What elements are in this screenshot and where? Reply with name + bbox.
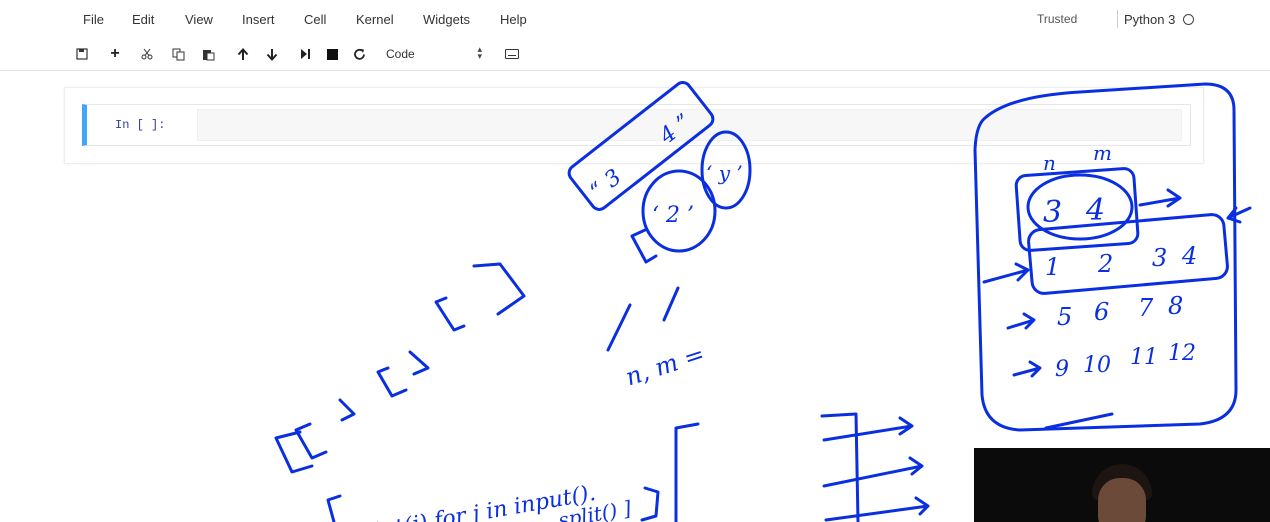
comprehension-line-2: split() ] bbox=[556, 496, 633, 522]
menu-edit[interactable]: Edit bbox=[132, 12, 154, 27]
row-one-right-arrow bbox=[1226, 206, 1252, 224]
row-2-c4: 8 bbox=[1168, 292, 1183, 320]
menu-view[interactable]: View bbox=[185, 12, 213, 27]
cell-type-value: Code bbox=[386, 46, 415, 61]
toolbar: + Code ▴ ▾ bbox=[0, 38, 1270, 71]
first-line-arrow bbox=[1138, 188, 1182, 208]
split-list-bracket bbox=[630, 228, 658, 264]
matrix-first-circle bbox=[1026, 173, 1134, 241]
save-icon[interactable] bbox=[70, 43, 94, 65]
move-down-icon[interactable] bbox=[260, 43, 284, 65]
assign-text: n, m = bbox=[622, 340, 708, 392]
row-two-arrow bbox=[1006, 312, 1036, 330]
move-up-icon[interactable] bbox=[231, 43, 255, 65]
stop-icon[interactable] bbox=[320, 43, 344, 65]
row-3-c1: 9 bbox=[1055, 357, 1069, 382]
select-caret-icon: ▴ ▾ bbox=[477, 44, 482, 61]
slash-two bbox=[662, 286, 680, 322]
row-1-c3: 3 bbox=[1152, 244, 1167, 272]
menu-kernel[interactable]: Kernel bbox=[356, 12, 394, 27]
copy-icon[interactable] bbox=[166, 43, 190, 65]
restart-icon[interactable] bbox=[347, 43, 371, 65]
menu-cell[interactable]: Cell bbox=[304, 12, 326, 27]
row-3-c2: 10 bbox=[1083, 353, 1111, 378]
presenter-face bbox=[1098, 478, 1146, 522]
row-one-arrow bbox=[982, 262, 1030, 284]
brace-vertical bbox=[674, 422, 700, 522]
cell-type-select[interactable]: Code ▴ ▾ bbox=[380, 43, 488, 64]
annotation-overlay: n m 3 4 1 2 3 4 5 6 7 8 9 10 11 12 “ 3 4… bbox=[274, 81, 1252, 522]
add-icon[interactable]: + bbox=[103, 43, 127, 65]
nested-brackets bbox=[274, 262, 526, 474]
keyboard-icon[interactable] bbox=[500, 43, 524, 65]
code-editor[interactable] bbox=[197, 109, 1182, 141]
kernel-name[interactable]: Python 3 bbox=[1124, 12, 1175, 27]
menu-help[interactable]: Help bbox=[500, 12, 527, 27]
menu-insert[interactable]: Insert bbox=[242, 12, 275, 27]
row-one-box bbox=[1027, 213, 1229, 295]
input-prompt: In [ ]: bbox=[115, 118, 166, 132]
comprehension-open-bracket bbox=[326, 494, 342, 522]
run-icon[interactable] bbox=[293, 43, 317, 65]
slash-one bbox=[606, 303, 632, 352]
matrix-first-m: 4 bbox=[1085, 193, 1105, 228]
row-2-c2: 6 bbox=[1094, 298, 1109, 326]
row-1-c4: 4 bbox=[1181, 242, 1197, 270]
paste-icon[interactable] bbox=[196, 43, 220, 65]
row-arrows bbox=[820, 412, 930, 522]
matrix-first-line-box bbox=[1014, 167, 1140, 252]
row-2-c1: 5 bbox=[1057, 303, 1072, 331]
row-3-c4: 12 bbox=[1168, 341, 1196, 366]
cut-icon[interactable] bbox=[135, 43, 159, 65]
kernel-status-icon bbox=[1183, 14, 1194, 25]
split-circle-one bbox=[641, 169, 717, 253]
row-1-c1: 1 bbox=[1045, 253, 1060, 281]
matrix-first-n: 3 bbox=[1043, 195, 1062, 230]
menu-file[interactable]: File bbox=[83, 12, 104, 27]
comprehension-line-1: [ int(j) for j in input(). bbox=[357, 481, 598, 522]
comprehension-close-bracket bbox=[640, 486, 660, 522]
matrix-underline bbox=[1044, 412, 1114, 430]
row-1-c2: 2 bbox=[1097, 250, 1113, 278]
code-cell[interactable]: In [ ]: bbox=[82, 104, 1191, 146]
split-item-one: ‘ 2 ’ bbox=[652, 203, 694, 228]
webcam-video bbox=[974, 448, 1270, 522]
menubar: File Edit View Insert Cell Kernel Widget… bbox=[0, 0, 1270, 38]
trusted-indicator[interactable]: Trusted bbox=[1037, 12, 1077, 26]
row-3-c3: 11 bbox=[1130, 345, 1158, 370]
row-2-c3: 7 bbox=[1138, 294, 1154, 322]
split-item-two: ‘ y ’ bbox=[706, 161, 743, 185]
string-left: “ 3 bbox=[586, 165, 627, 205]
row-three-arrow bbox=[1012, 360, 1042, 378]
menu-widgets[interactable]: Widgets bbox=[423, 12, 470, 27]
kernel-separator bbox=[1117, 10, 1118, 28]
